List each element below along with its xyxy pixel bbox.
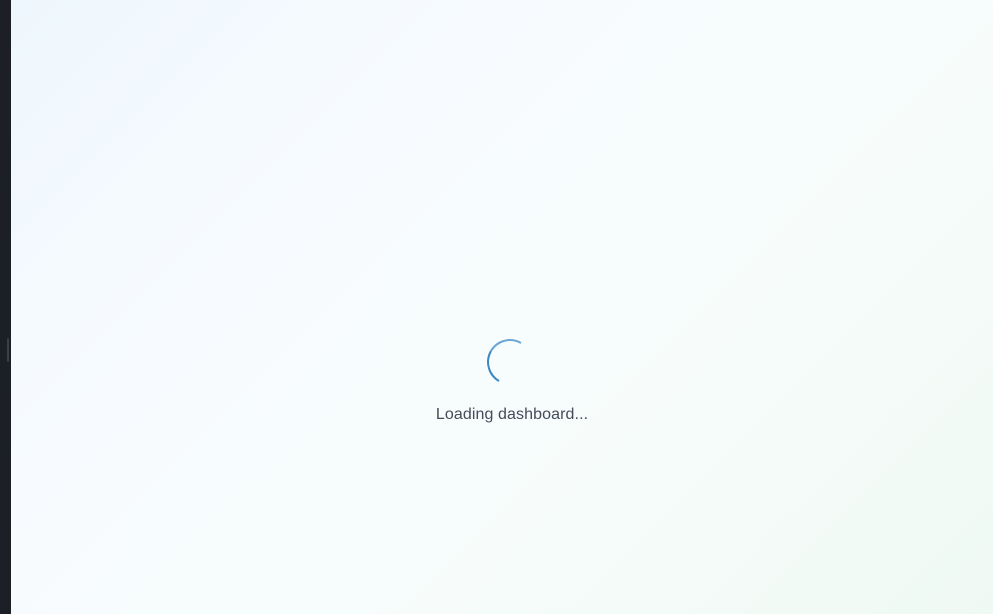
- loading-overlay: Loading dashboard...: [11, 0, 993, 614]
- dashboard-page: Loading dashboard...: [11, 0, 993, 614]
- resize-grip[interactable]: [7, 338, 9, 362]
- loading-spinner-icon: [481, 333, 539, 391]
- loading-message: Loading dashboard...: [435, 406, 589, 423]
- window-edge: [0, 0, 11, 614]
